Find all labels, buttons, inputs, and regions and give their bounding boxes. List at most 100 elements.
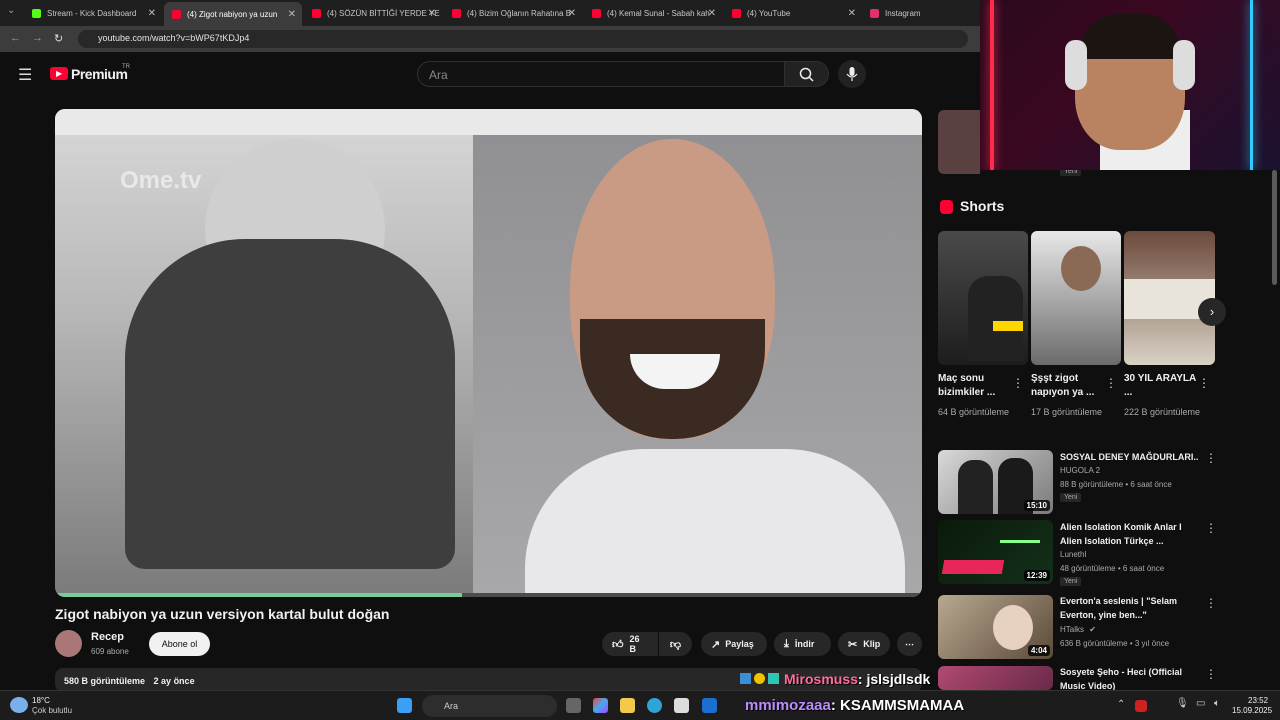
- clip-button[interactable]: ✂ Klip: [838, 632, 890, 656]
- recommended-channel[interactable]: Lunethl: [1060, 548, 1210, 562]
- neon-light-blue: [1250, 0, 1253, 170]
- close-icon[interactable]: ✕: [568, 8, 576, 19]
- upload-age: 2 ay önce: [153, 676, 195, 686]
- close-icon[interactable]: ✕: [288, 9, 296, 20]
- tab-kick-dashboard[interactable]: Stream - Kick Dashboard ✕: [24, 3, 162, 23]
- forward-arrow-icon[interactable]: →: [32, 32, 43, 44]
- recommended-channel[interactable]: HUGOLA 2: [1060, 464, 1210, 478]
- network-icon[interactable]: ▭: [1196, 698, 1205, 709]
- menu-icon[interactable]: ☰: [18, 65, 32, 85]
- back-arrow-icon[interactable]: ←: [10, 32, 21, 44]
- more-vert-icon[interactable]: ⋮: [1205, 667, 1217, 681]
- shorts-next-button[interactable]: ›: [1198, 298, 1226, 326]
- reload-icon[interactable]: ↻: [54, 32, 63, 45]
- tab-search-icon[interactable]: ⌄: [7, 5, 15, 16]
- youtube-icon: [172, 9, 181, 19]
- taskbar-search[interactable]: Ara: [422, 695, 557, 717]
- chat-badge-icon: [754, 673, 765, 684]
- short-thumbnail[interactable]: [1031, 231, 1121, 365]
- more-vert-icon[interactable]: ⋮: [1198, 376, 1210, 390]
- share-label: Paylaş: [725, 639, 754, 649]
- store-icon[interactable]: [674, 698, 689, 713]
- weather-description[interactable]: Çok bulutlu: [32, 706, 72, 715]
- recommended-thumbnail[interactable]: [938, 666, 1053, 690]
- video-player[interactable]: Ome.tv: [55, 109, 922, 597]
- task-view-icon[interactable]: [566, 698, 581, 713]
- recommended-thumbnail[interactable]: 4:04: [938, 595, 1053, 659]
- youtube-logo-icon[interactable]: ▶: [50, 67, 68, 80]
- channel-avatar[interactable]: [55, 630, 82, 657]
- voice-search-button[interactable]: [838, 60, 866, 88]
- microphone-icon[interactable]: 🎙︎: [1176, 698, 1189, 709]
- recommended-channel[interactable]: HTalks ✔: [1060, 623, 1210, 637]
- more-vert-icon[interactable]: ⋮: [1105, 376, 1117, 390]
- microphone-icon: [846, 67, 858, 81]
- short-views: 222 B görüntüleme: [1124, 407, 1201, 417]
- tab-instagram[interactable]: Instagram: [862, 3, 980, 23]
- recommended-title[interactable]: SOSYAL DENEY MAĞDURLARI..: [1060, 450, 1202, 464]
- video-progress-fill: [55, 593, 463, 597]
- tab-sozun-bittigi[interactable]: (4) SÖZÜN BİTTİĞİ YERDE YE ✕: [304, 3, 442, 23]
- share-button[interactable]: ↗ Paylaş: [701, 632, 767, 656]
- search-input[interactable]: Ara: [417, 61, 785, 87]
- video-title: Zigot nabiyon ya uzun versiyon kartal bu…: [55, 606, 390, 622]
- more-actions-button[interactable]: ⋯: [897, 632, 922, 656]
- short-thumbnail[interactable]: [1124, 231, 1215, 365]
- short-views: 64 B görüntüleme: [938, 407, 1010, 417]
- headset-icon: [1065, 40, 1087, 90]
- url-field[interactable]: youtube.com/watch?v=bWP67tKDJp4: [78, 30, 968, 48]
- tray-app-icon[interactable]: [1135, 700, 1147, 712]
- shorts-icon: [940, 200, 953, 214]
- search-button[interactable]: [785, 61, 829, 87]
- more-vert-icon[interactable]: ⋮: [1012, 376, 1024, 390]
- outlook-icon[interactable]: [702, 698, 717, 713]
- weather-cloud-icon[interactable]: [10, 697, 28, 713]
- youtube-logo-text[interactable]: Premium: [71, 66, 128, 82]
- ometv-watermark: Ome.tv: [120, 167, 202, 194]
- tab-youtube[interactable]: (4) YouTube ✕: [724, 3, 862, 23]
- more-vert-icon[interactable]: ⋮: [1205, 596, 1217, 610]
- file-explorer-icon[interactable]: [620, 698, 635, 713]
- clock-time[interactable]: 23:52: [1248, 696, 1268, 705]
- chevron-up-icon[interactable]: ⌃: [1117, 699, 1125, 710]
- more-vert-icon[interactable]: ⋮: [1205, 521, 1217, 535]
- close-icon[interactable]: ✕: [848, 8, 856, 19]
- close-icon[interactable]: ✕: [708, 8, 716, 19]
- short-thumbnail[interactable]: [938, 231, 1028, 365]
- tab-bizim-oglan[interactable]: (4) Bizim Oğlanın Rahatına B ✕: [444, 3, 582, 23]
- browser-tab-bar: ⌄ Stream - Kick Dashboard ✕ (4) Zigot na…: [0, 0, 980, 26]
- recommended-thumbnail[interactable]: 15:10: [938, 450, 1053, 514]
- copilot-icon[interactable]: [593, 698, 608, 713]
- share-icon: ↗: [711, 638, 721, 651]
- recommended-title[interactable]: Alien Isolation Komik Anlar I Alien Isol…: [1060, 520, 1202, 548]
- close-icon[interactable]: ✕: [148, 8, 156, 19]
- recommended-title[interactable]: Everton'a seslenis | "Selam Everton, yin…: [1060, 594, 1202, 622]
- dislike-button[interactable]: 👎︎: [659, 632, 692, 656]
- download-button[interactable]: ⤓ İndir: [774, 632, 831, 656]
- short-title[interactable]: Maç sonu bizimkiler ...: [938, 372, 1013, 400]
- subscribe-button[interactable]: Abone ol: [149, 632, 210, 656]
- scrollbar-thumb[interactable]: [1272, 170, 1277, 285]
- video-progress-bar[interactable]: [55, 593, 922, 597]
- video-duration: 12:39: [1023, 570, 1050, 581]
- tab-kemal-sunal[interactable]: (4) Kemal Sunal - Sabah kah ✕: [584, 3, 722, 23]
- chat-text: : jslsjdlsdk: [857, 671, 931, 687]
- close-icon[interactable]: ✕: [428, 8, 436, 19]
- short-title[interactable]: 30 YIL ARAYLA ...: [1124, 372, 1199, 400]
- windows-start-icon[interactable]: [397, 698, 412, 713]
- short-title[interactable]: Şşşt zigot napıyon ya ...: [1031, 372, 1106, 400]
- more-vert-icon[interactable]: ⋮: [1205, 451, 1217, 465]
- speaker-icon[interactable]: 🔈︎: [1214, 698, 1220, 709]
- weather-temperature[interactable]: 18°C: [32, 696, 50, 705]
- windows-taskbar: 18°C Çok bulutlu Ara ⌃ 🎙︎ ▭ 🔈︎ 23:52 15.…: [0, 690, 1280, 720]
- recommended-thumbnail[interactable]: 12:39: [938, 520, 1053, 584]
- like-button[interactable]: 👍︎ 26 B: [602, 632, 658, 656]
- edge-icon[interactable]: [647, 698, 662, 713]
- channel-name[interactable]: Recep: [91, 631, 124, 643]
- clock-date[interactable]: 15.09.2025: [1232, 706, 1272, 715]
- tab-zigot-video[interactable]: (4) Zigot nabiyon ya uzun ✕: [164, 2, 302, 26]
- tab-label: Instagram: [885, 8, 921, 18]
- video-duration: 4:04: [1027, 645, 1050, 656]
- sidebar-top-thumbnail[interactable]: [938, 110, 980, 174]
- recommended-title[interactable]: Sosyete Şeho - Heci (Official Music Vide…: [1060, 665, 1202, 693]
